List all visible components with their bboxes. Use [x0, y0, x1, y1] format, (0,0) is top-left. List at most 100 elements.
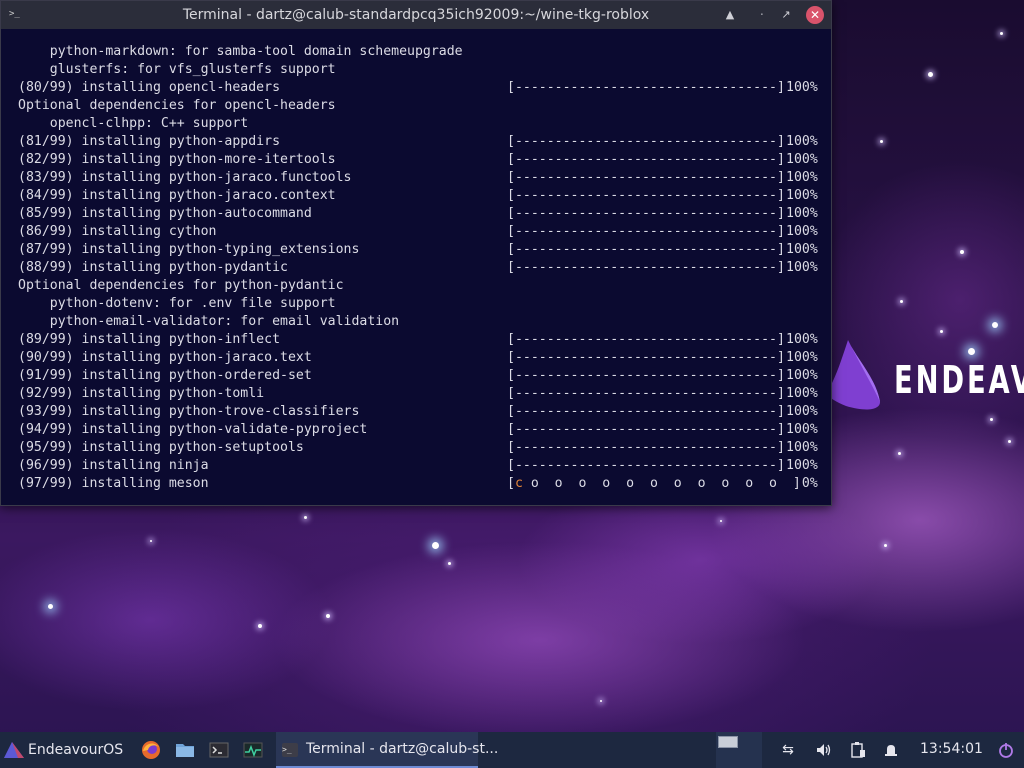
- terminal-line: (94/99) installing python-validate-pypro…: [18, 421, 819, 439]
- terminal-line: opencl-clhpp: C++ support: [18, 115, 819, 133]
- terminal-line-text: (83/99) installing python-jaraco.functoo…: [18, 170, 352, 185]
- star: [884, 544, 887, 547]
- star: [600, 700, 602, 702]
- terminal-line: (90/99) installing python-jaraco.text [--…: [18, 349, 819, 367]
- terminal-line: python-dotenv: for .env file support: [18, 295, 819, 313]
- terminal-line: (97/99) installing meson [c o o o o o o o…: [18, 475, 819, 493]
- terminal-line: (93/99) installing python-trove-classifi…: [18, 403, 819, 421]
- system-monitor-icon[interactable]: [242, 739, 264, 761]
- progress-percent: 100%: [786, 242, 818, 257]
- progress-percent: 100%: [786, 350, 818, 365]
- terminal-line-text: (94/99) installing python-validate-pypro…: [18, 422, 368, 437]
- star: [48, 604, 53, 609]
- terminal-line-text: (90/99) installing python-jaraco.text: [18, 350, 312, 365]
- progress-bar: [---------------------------------]: [507, 440, 785, 455]
- pacman-progress-glyph: c: [514, 476, 523, 491]
- terminal-line-text: opencl-clhpp: C++ support: [18, 116, 249, 131]
- progress-bar: [---------------------------------]: [507, 206, 785, 221]
- terminal-line-text: (84/99) installing python-jaraco.context: [18, 188, 336, 203]
- terminal-line-text: python-dotenv: for .env file support: [18, 296, 336, 311]
- star: [1000, 32, 1003, 35]
- clipboard-icon[interactable]: [849, 741, 867, 759]
- terminal-line-text: (97/99) installing meson: [18, 476, 209, 491]
- firefox-icon[interactable]: [140, 739, 162, 761]
- progress-bar: [---------------------------------]: [507, 152, 785, 167]
- progress-bar-bracket: [: [507, 476, 515, 491]
- workspace-pager[interactable]: [716, 732, 762, 768]
- close-icon[interactable]: ✕: [806, 6, 824, 24]
- star: [968, 348, 975, 355]
- power-icon[interactable]: [997, 741, 1015, 759]
- file-manager-icon[interactable]: [174, 739, 196, 761]
- progress-bar: [---------------------------------]: [507, 422, 785, 437]
- progress-percent: 100%: [786, 206, 818, 221]
- start-menu-label: EndeavourOS: [28, 742, 124, 758]
- star: [432, 542, 439, 549]
- network-icon[interactable]: ⇆: [779, 741, 797, 759]
- progress-bar: [---------------------------------]: [507, 404, 785, 419]
- progress-bar: [---------------------------------]: [507, 260, 785, 275]
- star: [898, 452, 901, 455]
- progress-percent: 100%: [786, 332, 818, 347]
- terminal-line: (82/99) installing python-more-itertools…: [18, 151, 819, 169]
- progress-percent: 100%: [786, 134, 818, 149]
- terminal-line: (83/99) installing python-jaraco.functoo…: [18, 169, 819, 187]
- terminal-line-text: (95/99) installing python-setuptools: [18, 440, 304, 455]
- terminal-line-text: (87/99) installing python-typing_extensi…: [18, 242, 360, 257]
- endeavour-start-icon: [4, 742, 24, 758]
- terminal-line: (87/99) installing python-typing_extensi…: [18, 241, 819, 259]
- clock[interactable]: 13:54:01: [920, 741, 983, 757]
- star: [258, 624, 262, 628]
- progress-percent: 100%: [786, 170, 818, 185]
- progress-bar: [---------------------------------]: [507, 458, 785, 473]
- terminal-line: python-markdown: for samba-tool domain s…: [18, 43, 819, 61]
- progress-percent: 100%: [786, 386, 818, 401]
- star: [150, 540, 152, 542]
- terminal-line-text: (91/99) installing python-ordered-set: [18, 368, 312, 383]
- star: [720, 520, 722, 522]
- keep-above-icon[interactable]: ▲: [721, 6, 739, 24]
- star: [928, 72, 933, 77]
- window-titlebar[interactable]: >_ Terminal - dartz@calub-standardpcq35i…: [1, 1, 831, 29]
- maximize-icon[interactable]: ↗: [777, 6, 795, 24]
- taskbar-item-terminal[interactable]: >_ Terminal - dartz@calub-st...: [276, 732, 498, 768]
- terminal-line: (89/99) installing python-inflect [------…: [18, 331, 819, 349]
- star: [304, 516, 307, 519]
- star: [880, 140, 883, 143]
- terminal-line: (85/99) installing python-autocommand [--…: [18, 205, 819, 223]
- notifications-icon[interactable]: [882, 741, 900, 759]
- start-menu-button[interactable]: EndeavourOS: [2, 736, 124, 764]
- progress-bar: [---------------------------------]: [507, 242, 785, 257]
- terminal-line-text: glusterfs: for vfs_glusterfs support: [18, 62, 336, 77]
- progress-percent: 100%: [786, 260, 818, 275]
- terminal-line: python-email-validator: for email valida…: [18, 313, 819, 331]
- star: [990, 418, 993, 421]
- terminal-line-text: (81/99) installing python-appdirs: [18, 134, 281, 149]
- volume-icon[interactable]: [814, 741, 832, 759]
- minimize-icon[interactable]: ⋅: [753, 6, 771, 24]
- progress-percent: 100%: [786, 188, 818, 203]
- progress-bar: [---------------------------------]: [507, 134, 785, 149]
- terminal-line: glusterfs: for vfs_glusterfs support: [18, 61, 819, 79]
- progress-bar: [c o o o o o o o o o o o ]: [507, 475, 801, 493]
- progress-percent: 0%: [786, 476, 818, 491]
- terminal-window[interactable]: >_ Terminal - dartz@calub-standardpcq35i…: [0, 0, 832, 506]
- progress-percent: 100%: [786, 404, 818, 419]
- progress-percent: 100%: [786, 422, 818, 437]
- terminal-line-text: (88/99) installing python-pydantic: [18, 260, 288, 275]
- taskbar-item-label: Terminal - dartz@calub-st...: [306, 741, 499, 757]
- terminal-line-text: (89/99) installing python-inflect: [18, 332, 281, 347]
- progress-percent: 100%: [786, 224, 818, 239]
- terminal-line: (80/99) installing opencl-headers [------…: [18, 79, 819, 97]
- star: [900, 300, 903, 303]
- terminal-line-text: (93/99) installing python-trove-classifi…: [18, 404, 360, 419]
- pager-window-thumbnail: [718, 736, 738, 748]
- terminal-line-text: (96/99) installing ninja: [18, 458, 209, 473]
- star: [940, 330, 943, 333]
- terminal-output[interactable]: python-markdown: for samba-tool domain s…: [18, 43, 819, 493]
- terminal-line: (92/99) installing python-tomli [--------…: [18, 385, 819, 403]
- terminal-line: (96/99) installing ninja [---------------…: [18, 457, 819, 475]
- progress-percent: 100%: [786, 152, 818, 167]
- terminal-icon[interactable]: [208, 739, 230, 761]
- terminal-line-text: Optional dependencies for opencl-headers: [18, 98, 336, 113]
